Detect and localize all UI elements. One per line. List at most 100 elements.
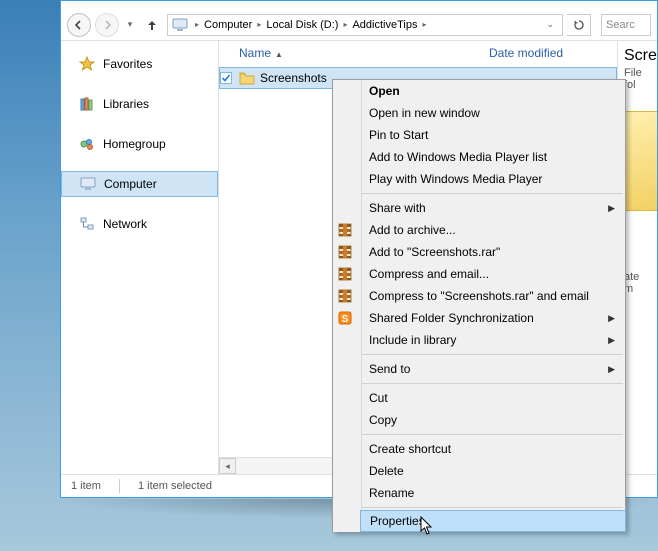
details-title: Scree: [624, 47, 651, 65]
sidebar-item-label: Computer: [104, 177, 157, 191]
address-bar[interactable]: ▸ Computer ▸ Local Disk (D:) ▸ Addictive…: [167, 14, 563, 36]
sidebar-item-label: Favorites: [103, 57, 152, 71]
menu-separator: [361, 193, 623, 194]
details-type: File fol: [624, 67, 651, 91]
menu-separator: [361, 434, 623, 435]
status-item-count: 1 item: [71, 480, 101, 492]
archive-icon: [337, 266, 353, 282]
details-thumbnail: [624, 111, 657, 211]
submenu-arrow-icon: ▶: [608, 364, 615, 375]
computer-icon: [172, 17, 188, 33]
network-icon: [79, 216, 95, 232]
chevron-right-icon: ▸: [254, 20, 264, 29]
menu-item-label: Compress to "Screenshots.rar" and email: [369, 289, 589, 303]
address-dropdown[interactable]: ⌄: [542, 19, 558, 30]
svg-text:S: S: [342, 314, 349, 325]
breadcrumb-folder[interactable]: AddictiveTips: [350, 19, 419, 31]
back-button[interactable]: [67, 13, 91, 37]
sidebar-item-label: Libraries: [103, 97, 149, 111]
menu-item-label: Compress and email...: [369, 267, 489, 281]
menu-item-label: Add to "Screenshots.rar": [369, 245, 500, 259]
menu-item-copy[interactable]: Copy: [361, 409, 625, 431]
folder-icon: [238, 70, 256, 86]
search-placeholder: Searc: [606, 19, 635, 31]
up-button[interactable]: [141, 14, 163, 36]
menu-item-add-to-windows-media-player-list[interactable]: Add to Windows Media Player list: [361, 146, 625, 168]
archive-icon: [337, 222, 353, 238]
menu-item-add-to-archive[interactable]: Add to archive...: [361, 219, 625, 241]
sidebar-item-libraries[interactable]: Libraries: [61, 91, 218, 117]
toolbar: ▾ ▸ Computer ▸ Local Disk (D:) ▸ Addicti…: [61, 9, 657, 41]
navigation-pane: Favorites Libraries Homegroup: [61, 41, 219, 474]
sidebar-item-favorites[interactable]: Favorites: [61, 51, 218, 77]
menu-item-pin-to-start[interactable]: Pin to Start: [361, 124, 625, 146]
menu-separator: [361, 383, 623, 384]
archive-icon: [337, 288, 353, 304]
menu-separator: [361, 354, 623, 355]
breadcrumb-disk[interactable]: Local Disk (D:): [264, 19, 340, 31]
menu-item-compress-and-email[interactable]: Compress and email...: [361, 263, 625, 285]
details-date-label: ate m: [624, 271, 651, 295]
sidebar-item-label: Homegroup: [103, 137, 166, 151]
menu-separator: [361, 507, 623, 508]
libraries-icon: [79, 96, 95, 112]
menu-item-label: Copy: [369, 413, 397, 427]
sidebar-item-homegroup[interactable]: Homegroup: [61, 131, 218, 157]
computer-icon: [80, 176, 96, 192]
menu-item-cut[interactable]: Cut: [361, 387, 625, 409]
menu-item-create-shortcut[interactable]: Create shortcut: [361, 438, 625, 460]
sidebar-item-computer[interactable]: Computer: [61, 171, 218, 197]
menu-item-shared-folder-synchronization[interactable]: Shared Folder Synchronization▶S: [361, 307, 625, 329]
menu-item-label: Share with: [369, 201, 426, 215]
menu-item-label: Shared Folder Synchronization: [369, 311, 534, 325]
sync-icon: S: [337, 310, 353, 326]
column-date[interactable]: Date modified: [489, 46, 563, 60]
menu-item-delete[interactable]: Delete: [361, 460, 625, 482]
column-name[interactable]: Name▲: [239, 46, 489, 60]
submenu-arrow-icon: ▶: [608, 335, 615, 346]
refresh-button[interactable]: [567, 14, 591, 36]
checkbox[interactable]: [220, 72, 238, 84]
menu-item-label: Properties: [370, 514, 425, 528]
menu-item-add-to-screenshots-rar[interactable]: Add to "Screenshots.rar": [361, 241, 625, 263]
sort-indicator-icon: ▲: [271, 50, 287, 59]
submenu-arrow-icon: ▶: [608, 313, 615, 324]
forward-button[interactable]: [95, 13, 119, 37]
menu-item-play-with-windows-media-player[interactable]: Play with Windows Media Player: [361, 168, 625, 190]
menu-item-rename[interactable]: Rename: [361, 482, 625, 504]
menu-item-open[interactable]: Open: [361, 80, 625, 102]
titlebar: [61, 1, 657, 9]
menu-item-label: Add to Windows Media Player list: [369, 150, 547, 164]
menu-item-label: Cut: [369, 391, 388, 405]
chevron-right-icon: ▸: [192, 20, 202, 29]
column-headers: Name▲ Date modified: [219, 41, 617, 65]
menu-item-include-in-library[interactable]: Include in library ▶: [361, 329, 625, 351]
menu-item-share-with[interactable]: Share with▶: [361, 197, 625, 219]
menu-item-label: Include in library: [369, 333, 456, 347]
menu-item-label: Create shortcut: [369, 442, 451, 456]
search-input[interactable]: Searc: [601, 14, 651, 36]
sidebar-item-label: Network: [103, 217, 147, 231]
breadcrumb-computer[interactable]: Computer: [202, 19, 254, 31]
menu-item-open-in-new-window[interactable]: Open in new window: [361, 102, 625, 124]
archive-icon: [337, 244, 353, 260]
menu-item-label: Play with Windows Media Player: [369, 172, 542, 186]
menu-item-properties[interactable]: Properties: [360, 510, 626, 532]
chevron-right-icon: ▸: [419, 20, 429, 29]
sidebar-item-network[interactable]: Network: [61, 211, 218, 237]
menu-item-label: Rename: [369, 486, 414, 500]
menu-item-label: Send to: [369, 362, 410, 376]
menu-item-label: Open: [369, 84, 400, 98]
menu-item-compress-to-screenshots-rar-and-email[interactable]: Compress to "Screenshots.rar" and email: [361, 285, 625, 307]
menu-item-label: Add to archive...: [369, 223, 456, 237]
scroll-left-button[interactable]: ◂: [219, 458, 236, 474]
status-selection: 1 item selected: [138, 480, 212, 492]
chevron-right-icon: ▸: [340, 20, 350, 29]
menu-item-send-to[interactable]: Send to ▶: [361, 358, 625, 380]
star-icon: [79, 56, 95, 72]
menu-item-label: Pin to Start: [369, 128, 428, 142]
menu-item-label: Open in new window: [369, 106, 480, 120]
homegroup-icon: [79, 136, 95, 152]
menu-item-label: Delete: [369, 464, 404, 478]
history-dropdown[interactable]: ▾: [123, 19, 137, 30]
